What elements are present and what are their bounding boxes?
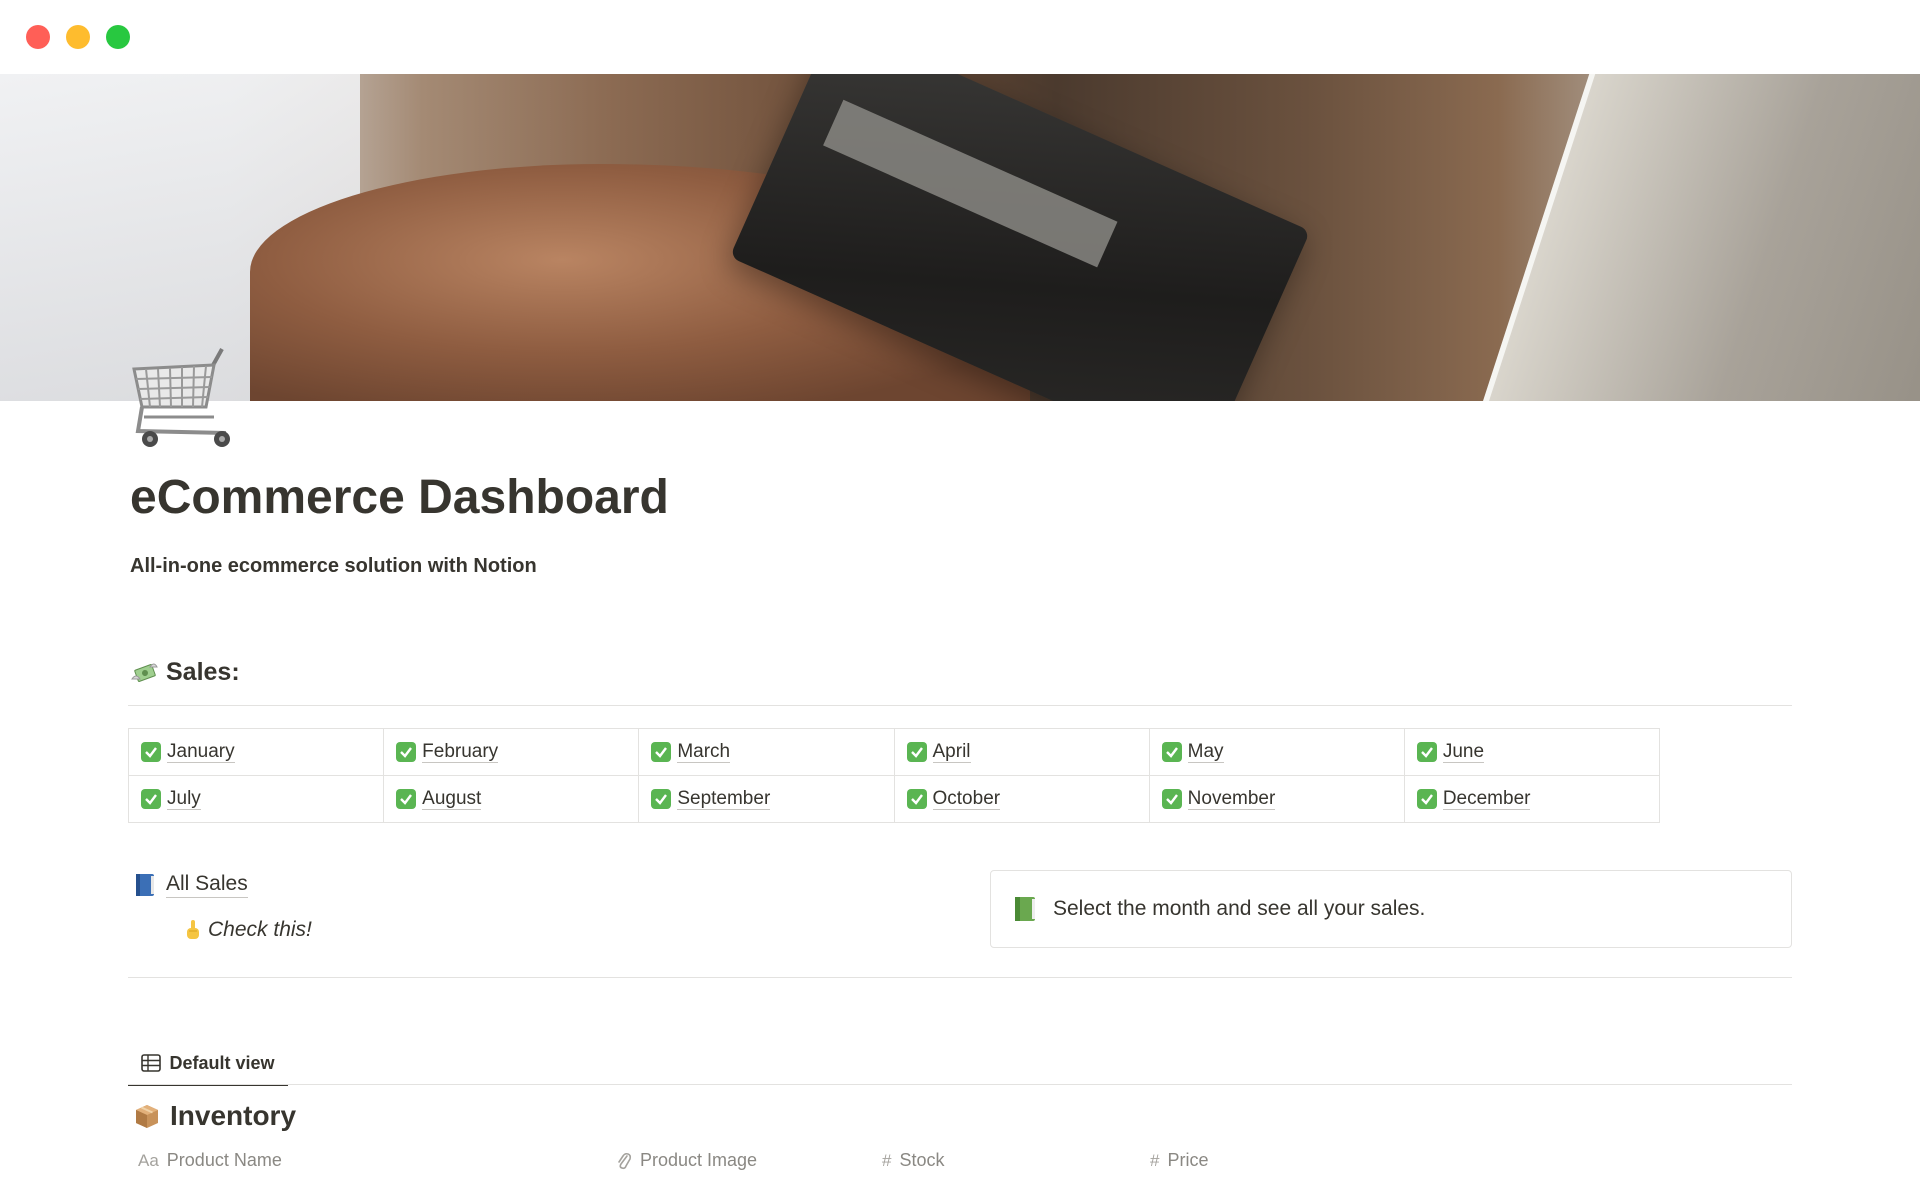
maximize-window-button[interactable] — [106, 25, 130, 49]
page-subtitle: All-in-one ecommerce solution with Notio… — [130, 555, 537, 577]
sales-heading-label: Sales: — [166, 658, 240, 686]
column-header-stock[interactable]: # Stock — [882, 1150, 945, 1171]
table-icon — [141, 1054, 162, 1072]
text-property-icon: Aa — [138, 1150, 159, 1170]
column-header-product-name[interactable]: Aa Product Name — [138, 1150, 282, 1171]
paperclip-icon — [618, 1152, 632, 1169]
package-icon — [136, 1105, 158, 1128]
check-mark-icon — [1161, 789, 1182, 809]
month-link-may[interactable]: May — [1149, 729, 1405, 776]
month-link-august[interactable]: August — [384, 776, 640, 823]
check-mark-icon — [1161, 742, 1182, 762]
window-titlebar — [0, 0, 1920, 74]
month-link-june[interactable]: June — [1404, 729, 1660, 776]
number-property-icon: # — [1150, 1150, 1160, 1170]
page-title: eCommerce Dashboard — [130, 471, 669, 524]
all-sales-label: All Sales — [166, 872, 248, 898]
cover-image — [0, 74, 1920, 401]
month-link-march[interactable]: March — [639, 729, 895, 776]
check-this-hint: Check this! — [184, 918, 312, 942]
close-window-button[interactable] — [26, 25, 50, 49]
blue-book-icon — [136, 874, 154, 896]
check-mark-icon — [1416, 789, 1437, 809]
column-header-product-image[interactable]: Product Image — [616, 1150, 757, 1171]
month-link-february[interactable]: February — [384, 729, 640, 776]
month-link-november[interactable]: November — [1149, 776, 1405, 823]
info-callout: Select the month and see all your sales. — [990, 870, 1792, 948]
tabs-divider — [128, 1084, 1792, 1085]
month-link-april[interactable]: April — [894, 729, 1150, 776]
green-book-icon — [1015, 897, 1035, 921]
callout-text: Select the month and see all your sales. — [1053, 897, 1426, 920]
tab-default-view[interactable]: Default view — [128, 1042, 288, 1086]
check-mark-icon — [651, 789, 672, 809]
inventory-title-label: Inventory — [170, 1100, 297, 1131]
number-property-icon: # — [882, 1150, 892, 1170]
check-mark-icon — [141, 789, 161, 809]
all-sales-link[interactable]: All Sales — [134, 872, 248, 898]
check-this-label: Check this! — [208, 918, 312, 941]
column-header-price[interactable]: # Price — [1150, 1150, 1208, 1171]
check-mark-icon — [906, 742, 927, 762]
minimize-window-button[interactable] — [66, 25, 90, 49]
section-divider — [128, 705, 1792, 706]
check-mark-icon — [1416, 742, 1437, 762]
sales-heading: Sales: — [130, 658, 240, 687]
inventory-title[interactable]: Inventory — [134, 1100, 296, 1132]
check-mark-icon — [396, 789, 417, 809]
check-mark-icon — [396, 742, 417, 762]
months-grid: January February March April May June Ju… — [128, 728, 1660, 823]
shopping-cart-icon[interactable] — [130, 345, 240, 455]
month-link-july[interactable]: July — [129, 776, 385, 823]
section-divider — [128, 977, 1792, 978]
tab-default-view-label: Default view — [169, 1052, 275, 1073]
check-mark-icon — [906, 789, 927, 809]
check-mark-icon — [141, 742, 161, 762]
month-link-january[interactable]: January — [129, 729, 385, 776]
month-link-october[interactable]: October — [894, 776, 1150, 823]
month-link-december[interactable]: December — [1404, 776, 1660, 823]
money-with-wings-icon — [131, 663, 158, 682]
month-link-september[interactable]: September — [639, 776, 895, 823]
pointing-up-icon — [187, 920, 199, 939]
check-mark-icon — [651, 742, 672, 762]
